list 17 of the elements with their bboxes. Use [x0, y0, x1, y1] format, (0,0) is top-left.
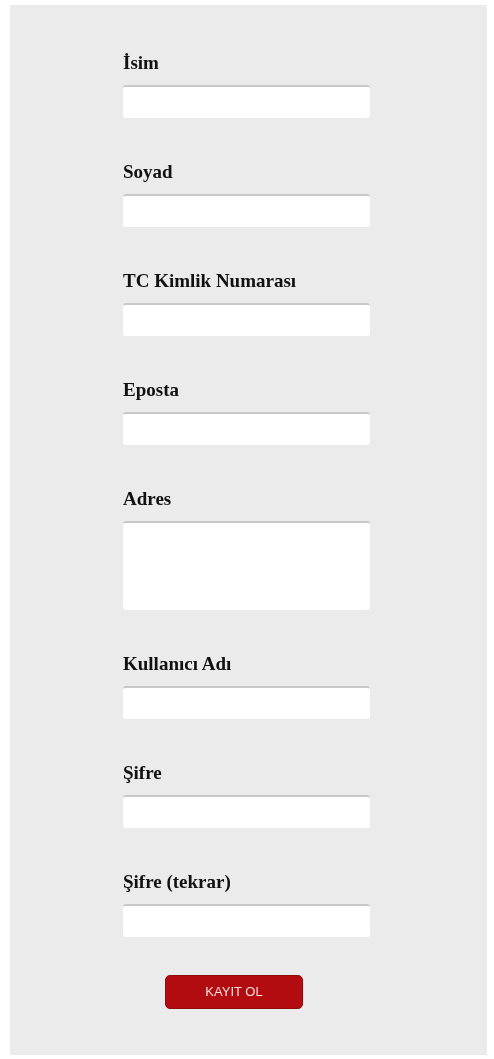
input-field[interactable] [123, 412, 370, 445]
field-label: Soyad [123, 160, 174, 184]
field-label: Kullanıcı Adı [123, 652, 233, 676]
field-label: TC Kimlik Numarası [123, 269, 298, 293]
input-field[interactable] [123, 795, 370, 828]
input-field[interactable] [123, 303, 370, 336]
field-label: Eposta [123, 378, 180, 402]
input-field[interactable] [123, 85, 370, 118]
input-field[interactable] [123, 904, 370, 937]
field-label: Adres [123, 487, 173, 511]
input-field[interactable] [123, 686, 370, 719]
field-label: Şifre [123, 761, 163, 785]
textarea-field[interactable] [123, 521, 370, 610]
submit-button[interactable]: KAYIT OL [165, 975, 303, 1009]
field-label: İsim [123, 51, 160, 75]
input-field[interactable] [123, 194, 370, 227]
field-label: Şifre (tekrar) [123, 870, 232, 894]
